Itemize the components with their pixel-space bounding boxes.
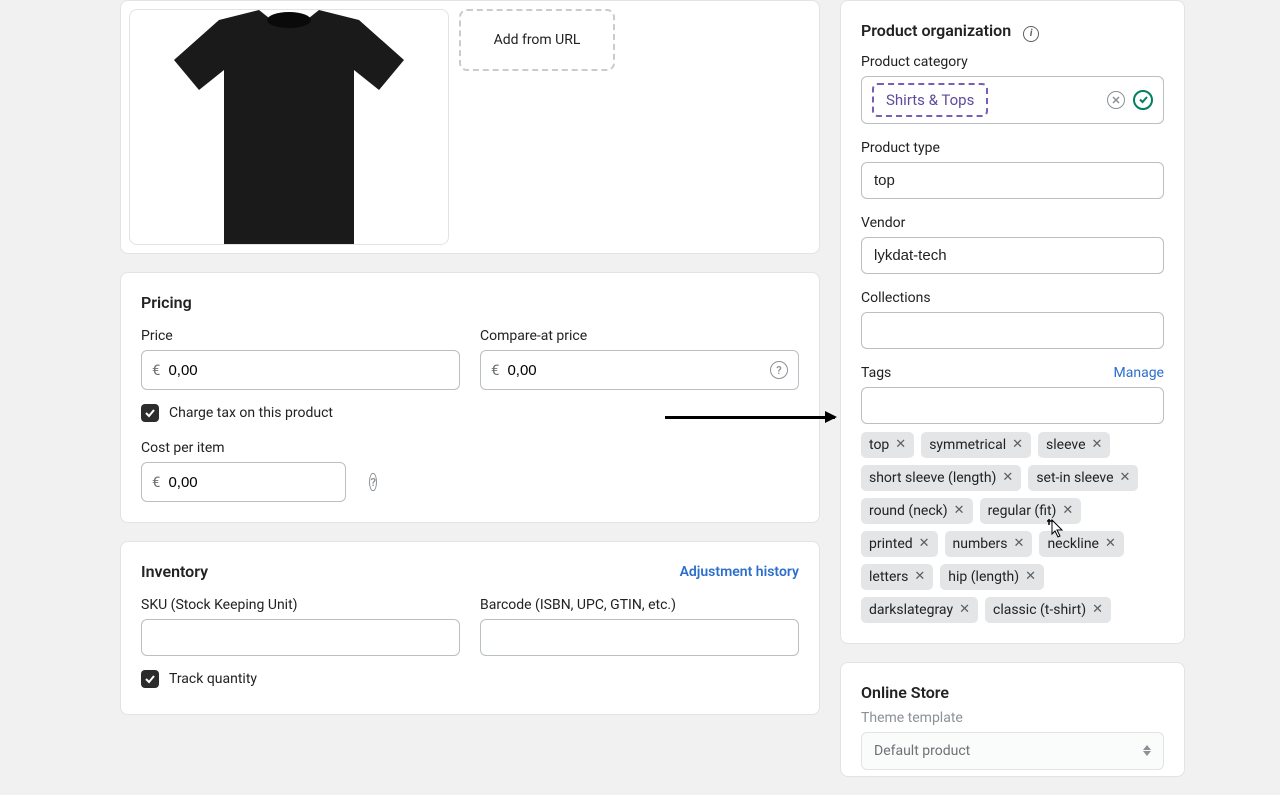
theme-value: Default product [874, 743, 970, 759]
price-label: Price [141, 328, 460, 344]
track-quantity-label: Track quantity [169, 671, 257, 687]
currency-symbol: € [152, 361, 160, 379]
tag-remove-icon[interactable]: ✕ [954, 504, 965, 517]
charge-tax-label: Charge tax on this product [169, 405, 333, 421]
type-label: Product type [861, 140, 1164, 156]
category-input[interactable]: Shirts & Tops [861, 76, 1164, 124]
tag-label: symmetrical [929, 437, 1006, 453]
compare-price-input[interactable]: € ? [480, 350, 799, 390]
online-store-card: Online Store Theme template Default prod… [840, 662, 1185, 777]
check-circle-icon[interactable] [1133, 90, 1153, 110]
online-store-title: Online Store [861, 683, 1164, 702]
tag-label: darkslategray [869, 602, 953, 618]
tag-chip: symmetrical ✕ [921, 432, 1031, 458]
tag-chip: short sleeve (length) ✕ [861, 465, 1021, 491]
category-label: Product category [861, 54, 1164, 70]
tag-label: regular (fit) [988, 503, 1057, 519]
price-field[interactable] [166, 354, 449, 387]
tag-chip: printed ✕ [861, 531, 938, 557]
product-image[interactable] [129, 9, 449, 245]
tag-chip: numbers ✕ [945, 531, 1033, 557]
tag-remove-icon[interactable]: ✕ [919, 537, 930, 550]
tag-label: printed [869, 536, 913, 552]
tag-label: letters [869, 569, 908, 585]
barcode-input[interactable] [480, 619, 799, 656]
help-icon[interactable]: ? [369, 473, 376, 491]
charge-tax-checkbox[interactable] [141, 404, 159, 422]
tag-chip: neckline ✕ [1039, 531, 1123, 557]
tag-chip: letters ✕ [861, 564, 933, 590]
compare-price-field[interactable] [505, 354, 770, 387]
tag-remove-icon[interactable]: ✕ [1014, 537, 1025, 550]
pricing-title: Pricing [141, 293, 799, 312]
tag-remove-icon[interactable]: ✕ [1012, 438, 1023, 451]
tag-chip: hip (length) ✕ [940, 564, 1044, 590]
tag-chip: top ✕ [861, 432, 914, 458]
tag-remove-icon[interactable]: ✕ [1002, 471, 1013, 484]
annotation-arrow [665, 416, 835, 419]
tag-chip: darkslategray ✕ [861, 597, 978, 623]
tag-remove-icon[interactable]: ✕ [1120, 471, 1131, 484]
collections-input[interactable] [861, 312, 1164, 349]
tag-chip: set-in sleeve ✕ [1028, 465, 1138, 491]
tag-remove-icon[interactable]: ✕ [1092, 438, 1103, 451]
organization-title: Product organization [861, 21, 1011, 40]
vendor-input[interactable] [861, 237, 1164, 274]
tag-chip: sleeve ✕ [1038, 432, 1110, 458]
price-input[interactable]: € [141, 350, 460, 390]
chevron-updown-icon [1143, 745, 1151, 756]
tag-remove-icon[interactable]: ✕ [1025, 570, 1036, 583]
help-icon[interactable]: ? [770, 361, 788, 379]
manage-tags-link[interactable]: Manage [1114, 365, 1164, 381]
tag-label: set-in sleeve [1036, 470, 1113, 486]
tag-chip: round (neck) ✕ [861, 498, 973, 524]
tag-label: hip (length) [948, 569, 1019, 585]
theme-select[interactable]: Default product [861, 732, 1164, 770]
tag-remove-icon[interactable]: ✕ [1105, 537, 1116, 550]
track-quantity-checkbox[interactable] [141, 670, 159, 688]
currency-symbol: € [491, 361, 499, 379]
type-input[interactable] [861, 162, 1164, 199]
tag-chip: classic (t-shirt) ✕ [985, 597, 1111, 623]
inventory-card: Inventory Adjustment history SKU (Stock … [120, 541, 820, 715]
tag-label: classic (t-shirt) [993, 602, 1086, 618]
currency-symbol: € [152, 473, 160, 491]
tag-remove-icon[interactable]: ✕ [895, 438, 906, 451]
adjustment-history-link[interactable]: Adjustment history [680, 564, 799, 580]
tag-remove-icon[interactable]: ✕ [1062, 504, 1073, 517]
tags-label: Tags [861, 365, 891, 381]
cost-field[interactable] [166, 466, 369, 499]
cost-input[interactable]: € ? [141, 462, 346, 502]
tag-remove-icon[interactable]: ✕ [1092, 603, 1103, 616]
media-card: Add from URL [120, 0, 820, 254]
clear-icon[interactable] [1107, 91, 1125, 109]
tag-remove-icon[interactable]: ✕ [914, 570, 925, 583]
vendor-label: Vendor [861, 215, 1164, 231]
collections-label: Collections [861, 290, 1164, 306]
pricing-card: Pricing Price € Compare-at price € ? [120, 272, 820, 523]
info-icon[interactable]: i [1023, 26, 1039, 42]
inventory-title: Inventory [141, 562, 208, 581]
tags-input[interactable] [861, 387, 1164, 424]
barcode-label: Barcode (ISBN, UPC, GTIN, etc.) [480, 597, 799, 613]
add-from-url-label: Add from URL [494, 32, 581, 48]
tag-label: neckline [1047, 536, 1099, 552]
cost-label: Cost per item [141, 440, 346, 456]
theme-label: Theme template [861, 710, 1164, 726]
tag-label: round (neck) [869, 503, 948, 519]
organization-card: Product organization i Product category … [840, 0, 1185, 644]
sku-label: SKU (Stock Keeping Unit) [141, 597, 460, 613]
sku-input[interactable] [141, 619, 460, 656]
add-from-url-button[interactable]: Add from URL [459, 9, 615, 71]
tag-label: top [869, 437, 889, 453]
tag-remove-icon[interactable]: ✕ [959, 603, 970, 616]
tag-label: short sleeve (length) [869, 470, 996, 486]
tag-label: sleeve [1046, 437, 1086, 453]
category-chip[interactable]: Shirts & Tops [872, 83, 988, 117]
compare-price-label: Compare-at price [480, 328, 799, 344]
tag-chip: regular (fit) ✕ [980, 498, 1082, 524]
tags-list: top✕symmetrical✕sleeve✕short sleeve (len… [861, 432, 1164, 623]
tag-label: numbers [953, 536, 1008, 552]
